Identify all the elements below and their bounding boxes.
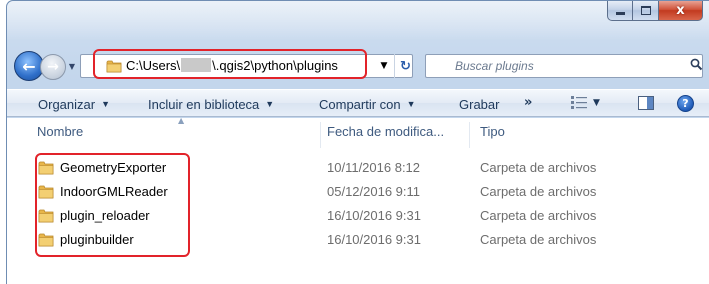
- close-button[interactable]: x: [659, 1, 703, 21]
- burn-button[interactable]: Grabar: [459, 95, 499, 113]
- change-view-button[interactable]: ▼: [571, 96, 600, 109]
- double-chevron-icon: »: [524, 95, 533, 110]
- maximize-icon: [640, 6, 651, 15]
- share-with-menu[interactable]: Compartir con ▼: [319, 95, 416, 113]
- include-in-library-menu[interactable]: Incluir en biblioteca ▼: [148, 95, 274, 113]
- refresh-button[interactable]: ↻: [394, 54, 416, 78]
- column-divider[interactable]: [320, 122, 321, 148]
- modified-date: 10/11/2016 8:12: [327, 160, 421, 175]
- back-arrow-icon: ←: [22, 56, 36, 76]
- folder-icon: [38, 233, 54, 247]
- folder-name: plugin_reloader: [60, 208, 150, 223]
- share-label: Compartir con: [319, 96, 401, 112]
- column-header-type[interactable]: Tipo: [480, 124, 505, 146]
- address-dropdown-button[interactable]: ▼: [374, 54, 394, 78]
- item-type: Carpeta de archivos: [480, 232, 597, 247]
- chevron-down-icon: ▼: [68, 61, 76, 71]
- chevron-down-icon: ▼: [265, 99, 275, 109]
- help-icon: ?: [682, 97, 689, 110]
- modified-date: 16/10/2016 9:31: [327, 232, 421, 247]
- column-divider[interactable]: [469, 122, 470, 148]
- table-row[interactable]: pluginbuilder 16/10/2016 9:31 Carpeta de a…: [0, 232, 709, 254]
- burn-label: Grabar: [459, 96, 500, 112]
- chevron-down-icon: ▼: [593, 97, 600, 108]
- preview-pane-button[interactable]: [638, 96, 654, 113]
- search-input[interactable]: [455, 57, 675, 75]
- item-type: Carpeta de archivos: [480, 208, 597, 223]
- chevron-down-icon: ▼: [406, 99, 416, 109]
- modified-date: 16/10/2016 9:31: [327, 208, 421, 223]
- modified-date: 05/12/2016 9:11: [327, 184, 421, 199]
- table-row[interactable]: GeometryExporter 10/11/2016 8:12 Carpeta d…: [0, 160, 709, 182]
- folder-icon: [106, 58, 122, 77]
- chevron-down-icon: ▼: [380, 61, 388, 71]
- folder-icon: [38, 209, 54, 223]
- redacted-username: [181, 58, 212, 72]
- close-icon: x: [676, 3, 685, 18]
- sort-ascending-icon: ▲: [178, 116, 185, 125]
- include-label: Incluir en biblioteca: [148, 96, 260, 112]
- column-header-name[interactable]: Nombre: [37, 124, 83, 146]
- minimize-icon: [615, 12, 625, 15]
- recent-pages-dropdown[interactable]: ▼: [67, 59, 77, 73]
- folder-icon: [38, 185, 54, 199]
- item-type: Carpeta de archivos: [480, 160, 597, 175]
- folder-name: GeometryExporter: [60, 160, 167, 175]
- table-row[interactable]: IndoorGMLReader 05/12/2016 9:11 Carpeta de…: [0, 184, 709, 206]
- folder-name: IndoorGMLReader: [60, 184, 168, 199]
- address-path[interactable]: C:\Users\ \.qgis2\python\plugins: [126, 58, 338, 73]
- path-prefix: C:\Users\: [126, 58, 181, 73]
- table-row[interactable]: plugin_reloader 16/10/2016 9:31 Carpeta de…: [0, 208, 709, 230]
- caption-buttons: x: [607, 1, 703, 21]
- item-type: Carpeta de archivos: [480, 184, 597, 199]
- organize-label: Organizar: [38, 96, 96, 112]
- help-button[interactable]: ?: [677, 95, 694, 112]
- maximize-button[interactable]: [633, 1, 659, 21]
- more-commands-button[interactable]: »: [524, 95, 532, 110]
- path-suffix: \.qgis2\python\plugins: [212, 58, 338, 73]
- chevron-down-icon: ▼: [101, 99, 110, 109]
- search-icon[interactable]: [690, 58, 703, 74]
- folder-icon: [38, 161, 54, 175]
- preview-pane-icon: [638, 96, 654, 110]
- forward-button[interactable]: →: [40, 54, 66, 80]
- view-details-icon: [571, 96, 587, 109]
- forward-arrow-icon: →: [47, 59, 59, 75]
- folder-name: pluginbuilder: [60, 232, 134, 247]
- minimize-button[interactable]: [607, 1, 633, 21]
- organize-menu[interactable]: Organizar ▼: [38, 95, 110, 113]
- column-header-date[interactable]: Fecha de modifica...: [327, 124, 444, 146]
- refresh-icon: ↻: [400, 58, 411, 74]
